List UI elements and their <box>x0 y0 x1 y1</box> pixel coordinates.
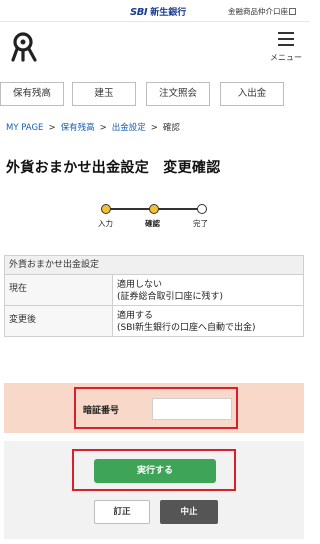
pin-highlight-box: 暗証番号 <box>74 387 238 429</box>
top-bar: SBI 新生銀行 金融商品仲介口座 <box>0 0 310 22</box>
menu-label: メニュー <box>270 53 302 62</box>
step-input-label: 入力 <box>98 219 113 228</box>
after-value-line1: 適用する <box>117 311 154 321</box>
action-section: 実行する 訂正 中止 <box>4 441 304 539</box>
correct-button[interactable]: 訂正 <box>94 500 150 524</box>
step-complete-label: 完了 <box>193 219 208 228</box>
step-complete-dot <box>197 204 207 214</box>
pin-input[interactable] <box>152 398 232 420</box>
execute-highlight-box: 実行する <box>72 449 236 491</box>
step-confirm-label: 確認 <box>145 219 160 228</box>
nav-tabs: 保有残高 建玉 注文照会 入出金 <box>0 82 310 106</box>
breadcrumb: MY PAGE > 保有残高 > 出金設定 > 確認 <box>6 121 180 133</box>
brand-logo-icon[interactable] <box>10 32 40 66</box>
breadcrumb-mypage[interactable]: MY PAGE <box>6 123 43 133</box>
breadcrumb-withdrawal-settings[interactable]: 出金設定 <box>112 123 146 133</box>
external-window-icon <box>289 8 296 15</box>
table-row: 現在 適用しない (証券総合取引口座に残す) <box>4 275 304 306</box>
settings-caption: 外貨おまかせ出金設定 <box>4 255 304 275</box>
breadcrumb-holdings[interactable]: 保有残高 <box>61 123 95 133</box>
current-value-line1: 適用しない <box>117 280 163 290</box>
row-value-after: 適用する (SBI新生銀行の口座へ自動で出金) <box>117 310 256 334</box>
header: メニュー <box>0 22 310 72</box>
settings-table: 外貨おまかせ出金設定 現在 適用しない (証券総合取引口座に残す) 変更後 適用… <box>4 255 304 337</box>
cancel-button[interactable]: 中止 <box>160 500 218 524</box>
tab-order-inquiry[interactable]: 注文照会 <box>146 82 210 106</box>
sbi-shinsei-logo[interactable]: SBI 新生銀行 <box>130 5 186 18</box>
row-key-current: 現在 <box>5 275 113 305</box>
broker-account-link[interactable]: 金融商品仲介口座 <box>228 6 296 17</box>
tab-deposit-withdrawal[interactable]: 入出金 <box>220 82 284 106</box>
page-title: 外貨おまかせ出金設定 変更確認 <box>6 160 221 176</box>
tab-positions[interactable]: 建玉 <box>72 82 136 106</box>
pin-label: 暗証番号 <box>83 406 120 416</box>
row-key-after: 変更後 <box>5 306 113 336</box>
sbi-logo-mark: SBI <box>130 7 148 18</box>
breadcrumb-separator: > <box>99 123 107 133</box>
pin-section: 暗証番号 <box>4 383 304 433</box>
row-value-current: 適用しない (証券総合取引口座に残す) <box>117 279 223 303</box>
breadcrumb-current: 確認 <box>162 123 180 133</box>
hamburger-icon <box>278 32 294 50</box>
breadcrumb-separator: > <box>48 123 56 133</box>
menu-button[interactable]: メニュー <box>268 28 304 62</box>
after-value-line2: (SBI新生銀行の口座へ自動で出金) <box>117 323 256 333</box>
tab-holdings[interactable]: 保有残高 <box>0 82 64 106</box>
step-input-dot <box>101 204 111 214</box>
sbi-logo-bank-name: 新生銀行 <box>150 8 187 18</box>
table-row: 変更後 適用する (SBI新生銀行の口座へ自動で出金) <box>4 306 304 337</box>
progress-steps: 入力 確認 完了 <box>94 203 214 235</box>
broker-account-link-label: 金融商品仲介口座 <box>228 7 288 16</box>
execute-button[interactable]: 実行する <box>94 459 216 483</box>
breadcrumb-separator: > <box>150 123 158 133</box>
current-value-line2: (証券総合取引口座に残す) <box>117 292 224 302</box>
step-confirm-dot <box>149 204 159 214</box>
